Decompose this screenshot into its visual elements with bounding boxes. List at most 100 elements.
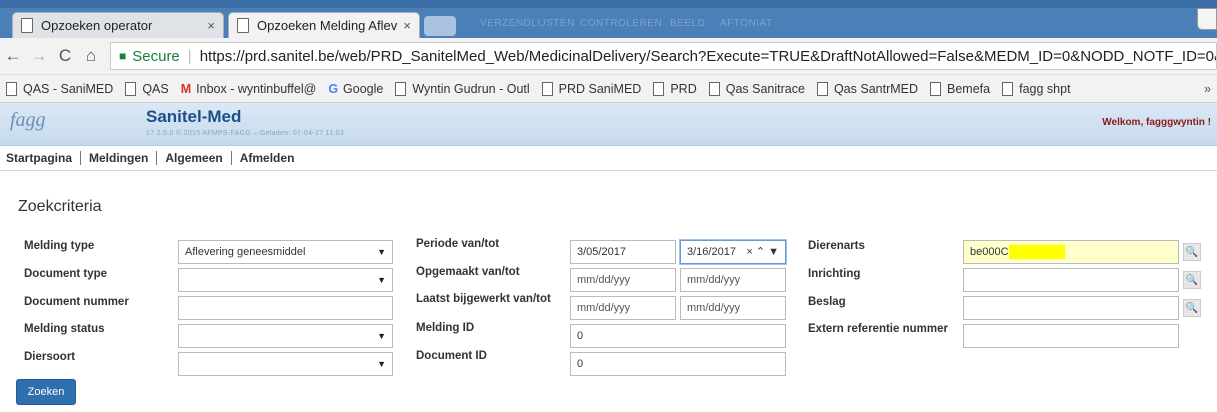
bijgewerkt-from-input[interactable]: mm/dd/yyy (570, 296, 676, 320)
redaction-highlight (1008, 245, 1065, 259)
melding-id-input[interactable]: 0 (570, 324, 786, 348)
window-titlebar (0, 0, 1217, 8)
melding-status-select[interactable] (178, 324, 393, 348)
bijgewerkt-to-input[interactable]: mm/dd/yyy (680, 296, 786, 320)
bookmark-label: PRD (670, 81, 697, 96)
label-inrichting: Inrichting (808, 268, 861, 280)
opgemaakt-from-input[interactable]: mm/dd/yyy (570, 268, 676, 292)
document-nummer-input[interactable] (178, 296, 393, 320)
bookmark-bemefa[interactable]: Bemefa (930, 81, 991, 96)
menu-algemeen[interactable]: Algemeen (157, 151, 232, 165)
menu-afmelden[interactable]: Afmelden (232, 151, 303, 165)
select-value: Aflevering geneesmiddel (185, 246, 306, 258)
bookmark-qas-sanimed[interactable]: QAS - SaniMED (6, 81, 114, 96)
label-extern-referentie: Extern referentie nummer (808, 323, 948, 335)
bookmark-label: Wyntin Gudrun - Outl (412, 81, 530, 96)
opgemaakt-to-input[interactable]: mm/dd/yyy (680, 268, 786, 292)
input-value: 0 (577, 358, 584, 370)
date-controls-icon[interactable]: × ⌃ ▼ (746, 245, 779, 258)
label-melding-status: Melding status (24, 323, 105, 335)
menu-startpagina[interactable]: Startpagina (6, 151, 82, 165)
bookmark-fagg-shpt[interactable]: fagg shpt (1002, 81, 1071, 96)
label-melding-id: Melding ID (416, 322, 475, 334)
page-icon (930, 81, 942, 96)
page-icon (816, 81, 828, 96)
fagg-logo[interactable]: fagg (10, 109, 82, 141)
bookmark-outlook[interactable]: Wyntin Gudrun - Outl (395, 81, 530, 96)
bookmarks-bar: QAS - SaniMED QAS M Inbox - wyntinbuffel@… (0, 75, 1217, 103)
address-bar-row: ← → C ⌂ ■ Secure | https://prd.sanitel.b… (0, 38, 1217, 75)
url-bar[interactable]: ■ Secure | https://prd.sanitel.be/web/PR… (110, 42, 1217, 70)
label-document-nummer: Document nummer (24, 296, 129, 308)
tab-opzoeken-melding[interactable]: Opzoeken Melding Aflev × (228, 12, 420, 38)
page-icon (6, 81, 17, 96)
input-placeholder: mm/dd/yyy (577, 274, 631, 286)
bookmark-label: QAS - SaniMED (23, 81, 114, 96)
bookmarks-more-icon[interactable]: » (1204, 82, 1211, 96)
extern-referentie-input[interactable] (963, 324, 1179, 348)
page-icon (237, 18, 249, 33)
inrichting-lookup-button[interactable]: 🔍 (1183, 271, 1201, 289)
forward-icon[interactable]: → (26, 46, 52, 66)
url-text: https://prd.sanitel.be/web/PRD_SanitelMe… (199, 47, 1217, 65)
tab-strip: Opzoeken operator × Opzoeken Melding Afl… (0, 8, 1217, 38)
periode-to-input[interactable]: 3/16/2017 × ⌃ ▼ (680, 240, 786, 264)
separator: | (187, 47, 192, 65)
home-icon[interactable]: ⌂ (78, 46, 104, 66)
background-text: AFTONIAT (720, 18, 773, 29)
document-type-select[interactable] (178, 268, 393, 292)
gmail-icon: M (180, 81, 192, 96)
reload-icon[interactable]: C (52, 46, 78, 66)
app-name: Sanitel-Med (146, 107, 242, 126)
document-id-input[interactable]: 0 (570, 352, 786, 376)
label-dierenarts: Dierenarts (808, 240, 865, 252)
label-beslag: Beslag (808, 296, 846, 308)
label-bijgewerkt: Laatst bijgewerkt van/tot (416, 293, 551, 305)
search-icon: 🔍 (1185, 246, 1199, 258)
bookmark-prd-sanimed[interactable]: PRD SaniMED (541, 81, 641, 96)
dierenarts-input[interactable]: be000C (963, 240, 1179, 264)
close-icon[interactable]: × (403, 18, 411, 33)
bookmark-label: Bemefa (947, 81, 991, 96)
periode-from-input[interactable]: 3/05/2017 (570, 240, 676, 264)
logo-text: fagg (10, 109, 46, 131)
inrichting-input[interactable] (963, 268, 1179, 292)
bookmark-google[interactable]: G Google (328, 82, 383, 96)
bookmark-qas-santrmed[interactable]: Qas SantrMED (816, 81, 918, 96)
tab-opzoeken-operator[interactable]: Opzoeken operator × (12, 12, 224, 38)
window-control[interactable] (1197, 8, 1217, 30)
label-periode: Periode van/tot (416, 238, 500, 250)
bookmark-qas[interactable]: QAS (125, 81, 169, 96)
label-opgemaakt: Opgemaakt van/tot (416, 266, 520, 278)
page-icon (1002, 81, 1014, 96)
label-document-type: Document type (24, 268, 108, 280)
input-placeholder: mm/dd/yyy (687, 274, 741, 286)
page-icon (708, 81, 720, 96)
zoeken-button[interactable]: Zoeken (16, 379, 76, 405)
melding-type-select[interactable]: Aflevering geneesmiddel (178, 240, 393, 264)
bookmark-inbox[interactable]: M Inbox - wyntinbuffel@ (181, 82, 317, 96)
new-tab-button[interactable] (424, 16, 456, 36)
beslag-input[interactable] (963, 296, 1179, 320)
menu-meldingen[interactable]: Meldingen (81, 151, 158, 165)
bookmark-label: Qas Sanitrace (725, 81, 805, 96)
welcome-text: Welkom, fagggwyntin ! (1102, 117, 1211, 128)
bookmark-label: fagg shpt (1019, 81, 1071, 96)
dierenarts-lookup-button[interactable]: 🔍 (1183, 243, 1201, 261)
input-placeholder: mm/dd/yyy (687, 302, 741, 314)
label-melding-type: Melding type (24, 240, 95, 252)
main-menu: Startpagina Meldingen Algemeen Afmelden (0, 146, 1217, 171)
diersoort-select[interactable] (178, 352, 393, 376)
close-icon[interactable]: × (207, 18, 215, 33)
bookmark-prd[interactable]: PRD (653, 81, 697, 96)
bookmark-qas-sanitrace[interactable]: Qas Sanitrace (708, 81, 805, 96)
section-title: Zoekcriteria (18, 198, 102, 215)
beslag-lookup-button[interactable]: 🔍 (1183, 299, 1201, 317)
bookmark-label: QAS (142, 81, 169, 96)
search-icon: 🔍 (1185, 274, 1199, 286)
back-icon[interactable]: ← (0, 46, 26, 66)
page-icon (21, 18, 33, 33)
page-icon (125, 81, 137, 96)
label-diersoort: Diersoort (24, 351, 76, 363)
app-header: fagg Sanitel-Med 17.2.5.0 © 2015 AFMPS-F… (0, 103, 1217, 146)
